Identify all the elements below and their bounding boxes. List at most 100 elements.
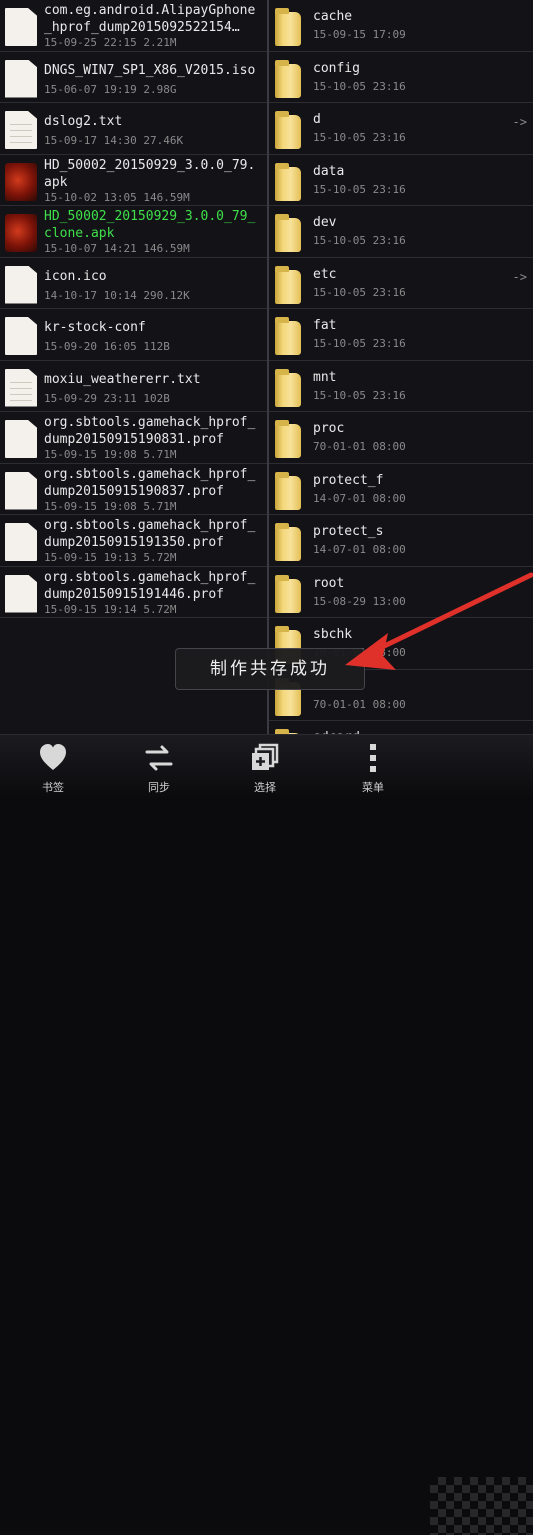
folder-row[interactable]: etc 15-10-05 23:16 -> [269,258,533,309]
file-row[interactable]: kr-stock-conf 15-09-20 16:05 112B [0,309,267,361]
folder-icon [275,574,301,613]
file-row[interactable]: dslog2.txt 15-09-17 14:30 27.46K [0,103,267,155]
file-name: moxiu_weathererr.txt [44,371,201,387]
file-name: org.sbtools.gamehack_hprof_dump201509151… [44,415,256,447]
file-name: kr-stock-conf [44,320,146,335]
file-row[interactable]: icon.ico 14-10-17 10:14 290.12K [0,258,267,309]
folder-row[interactable]: config 15-10-05 23:16 [269,52,533,103]
heart-icon [40,744,66,770]
file-meta: 15-09-20 16:05 112B [44,340,170,353]
file-name: org.sbtools.gamehack_hprof_dump201509151… [44,569,256,602]
select-label: 选择 [254,781,276,794]
folder-row[interactable]: data 15-10-05 23:16 [269,155,533,206]
folder-row[interactable]: fat 15-10-05 23:16 [269,309,533,361]
folder-name: config [313,60,360,76]
file-row[interactable]: com.eg.android.AlipayGphone_hprof_dump20… [0,0,267,52]
sync-button[interactable]: 同步 [109,735,209,801]
file-row[interactable]: moxiu_weathererr.txt 15-09-29 23:11 102B [0,361,267,412]
folder-name: dev [313,215,337,230]
folder-meta: 15-10-05 23:16 [313,285,406,299]
file-icon [5,8,37,46]
folder-meta: 15-08-29 13:00 [313,594,406,608]
folder-meta: 70-01-01 08:00 [313,440,406,453]
file-icon [5,471,37,510]
file-name: dslog2.txt [44,114,123,129]
folder-row[interactable]: protect_f 14-07-01 08:00 [269,464,533,515]
file-meta: 15-09-15 19:13 5.72M [44,551,177,564]
file-row[interactable]: org.sbtools.gamehack_hprof_dump201509151… [0,412,267,464]
file-meta: 15-10-02 13:05 146.59M [44,190,190,204]
apk-icon [5,214,37,252]
watermark-pattern [430,1477,533,1535]
folder-icon [275,420,301,458]
file-icon [5,574,37,613]
folder-row[interactable]: cache 15-09-15 17:09 [269,0,533,52]
folder-meta: 14-07-01 08:00 [313,543,406,556]
file-row[interactable]: org.sbtools.gamehack_hprof_dump201509151… [0,464,267,515]
folder-icon [275,523,301,561]
folder-icon [275,111,301,149]
folder-name: d [313,112,321,127]
file-icon [5,523,37,561]
folder-icon [275,214,301,252]
folder-meta: 15-10-05 23:16 [313,79,406,93]
folder-row[interactable]: d 15-10-05 23:16 -> [269,103,533,155]
file-icon [5,317,37,355]
file-row[interactable]: HD_50002_20150929_3.0.0_79_clone.apk 15-1… [0,206,267,258]
folder-meta: 15-10-05 23:16 [313,234,406,247]
text-file-icon [5,111,37,149]
text-file-icon [5,368,37,407]
file-meta: 15-09-17 14:30 27.46K [44,134,184,147]
file-meta: 14-10-17 10:14 290.12K [44,288,190,302]
symlink-indicator: -> [512,269,527,284]
file-meta: 15-09-15 19:08 5.71M [44,499,177,513]
bookmark-label: 书签 [42,781,64,794]
menu-button[interactable]: 菜单 [323,735,423,801]
file-meta: 15-09-29 23:11 102B [44,391,170,405]
file-meta: 15-09-25 22:15 2.21M [44,36,177,49]
folder-name: protect_s [313,524,384,539]
sync-arrows-icon [145,745,173,771]
folder-row[interactable]: protect_s 14-07-01 08:00 [269,515,533,567]
file-row[interactable]: HD_50002_20150929_3.0.0_79.apk 15-10-02 1… [0,155,267,206]
folder-name: protect_f [313,472,384,488]
file-row[interactable]: DNGS_WIN7_SP1_X86_V2015.iso 15-06-07 19:1… [0,52,267,103]
folder-icon [275,471,301,510]
folder-row[interactable]: dev 15-10-05 23:16 [269,206,533,258]
file-meta: 15-09-15 19:14 5.72M [44,602,177,616]
bottom-nav-bar: 书签 同步 选择 菜单 [0,734,533,1535]
folder-icon [275,317,301,355]
folder-meta: 14-07-01 08:00 [313,491,406,505]
menu-dots-icon [370,744,376,772]
folder-name: data [313,163,345,179]
file-name: org.sbtools.gamehack_hprof_dump201509151… [44,466,256,499]
folder-name: fat [313,318,337,333]
file-icon [5,59,37,98]
folder-icon [275,8,301,46]
file-row[interactable]: org.sbtools.gamehack_hprof_dump201509151… [0,515,267,567]
left-file-pane[interactable]: com.eg.android.AlipayGphone_hprof_dump20… [0,0,267,734]
file-row[interactable]: org.sbtools.gamehack_hprof_dump201509151… [0,567,267,618]
sync-label: 同步 [148,781,170,794]
folder-icon [275,59,301,98]
bookmark-button[interactable]: 书签 [3,735,103,801]
folder-icon [275,265,301,304]
folder-row[interactable]: root 15-08-29 13:00 [269,567,533,618]
apk-icon [5,162,37,201]
folder-meta: 15-10-05 23:16 [313,388,406,402]
file-name: HD_50002_20150929_3.0.0_79_clone.apk [44,209,256,241]
folder-meta: 70-01-01 08:00 [313,697,406,711]
folder-icon [275,368,301,407]
file-meta: 15-09-15 19:08 5.71M [44,448,177,461]
folder-row[interactable]: sdcard [269,721,533,734]
file-name: DNGS_WIN7_SP1_X86_V2015.iso [44,62,256,78]
folder-row[interactable]: proc 70-01-01 08:00 [269,412,533,464]
select-button[interactable]: 选择 [215,735,315,801]
folder-row[interactable]: mnt 15-10-05 23:16 [269,361,533,412]
folder-meta: 15-10-05 23:16 [313,182,406,196]
folder-meta: 15-10-05 23:16 [313,337,406,350]
file-name: icon.ico [44,268,107,284]
right-folder-pane[interactable]: cache 15-09-15 17:09 config 15-10-05 23:16 d… [269,0,533,734]
file-name: com.eg.android.AlipayGphone_hprof_dump20… [44,3,256,35]
symlink-indicator: -> [512,115,527,129]
